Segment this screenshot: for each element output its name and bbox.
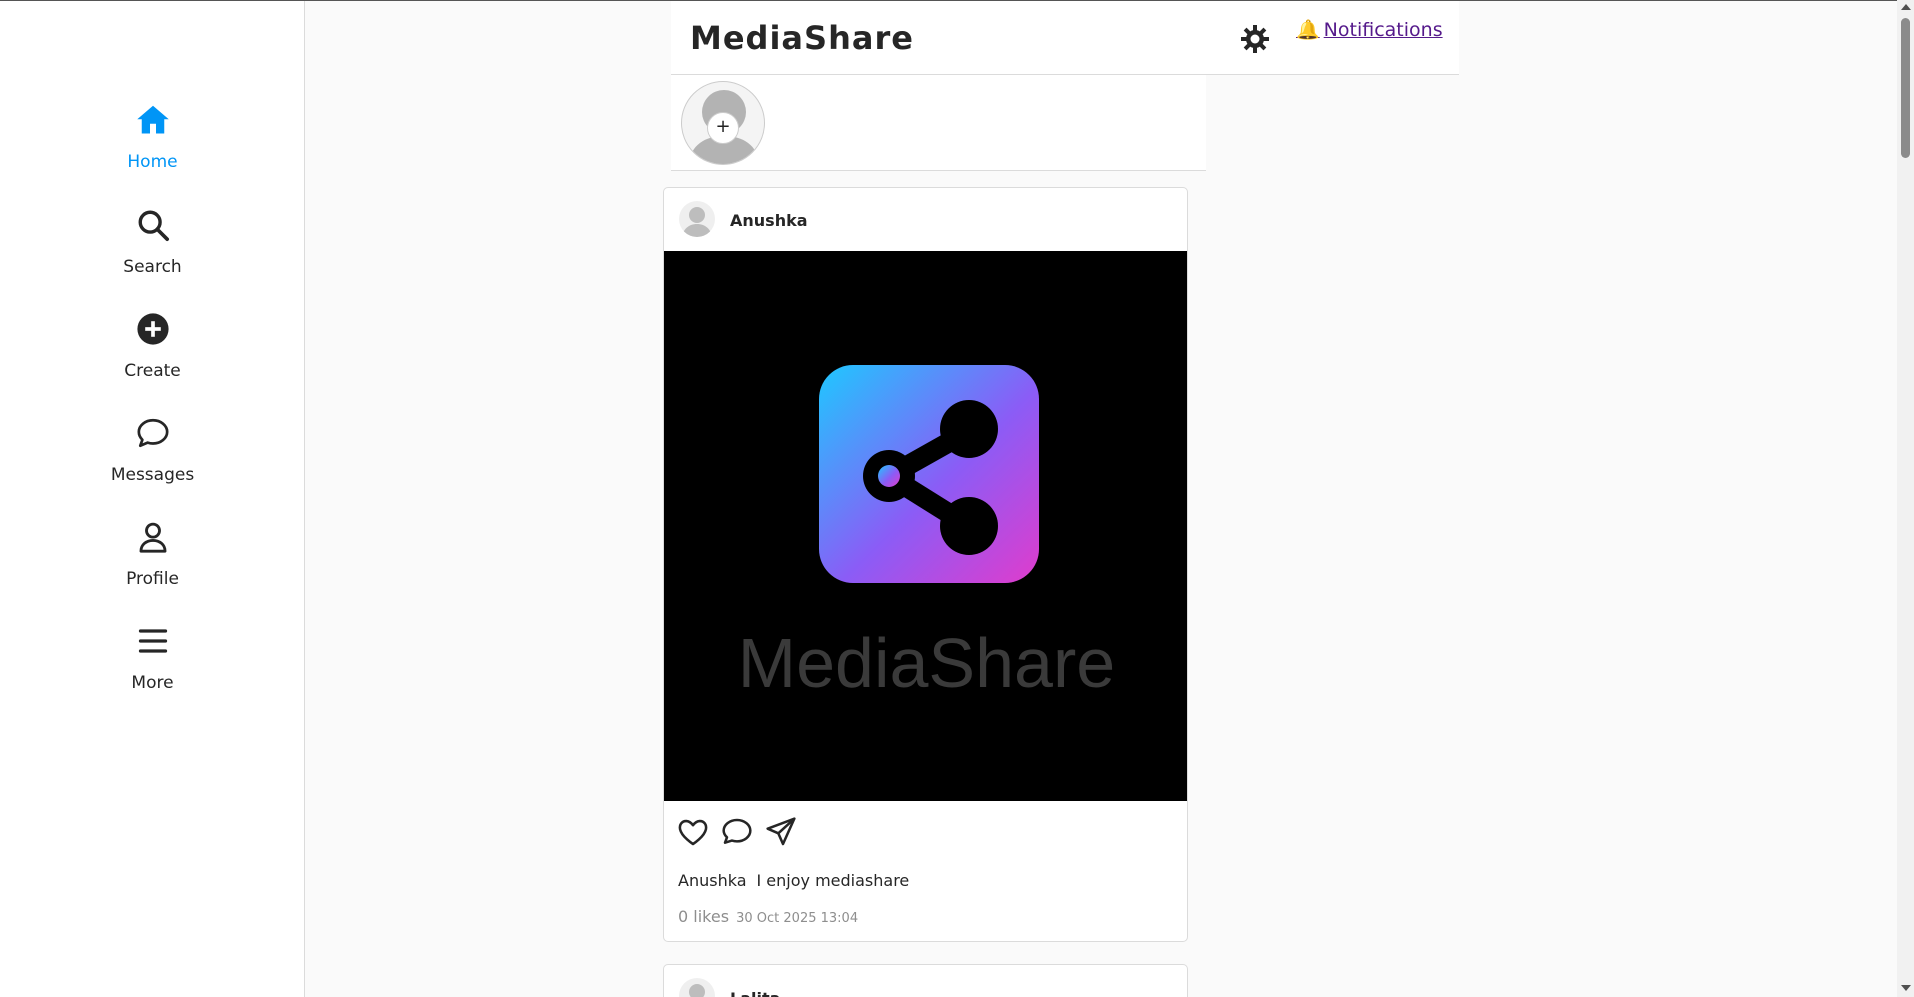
post-timestamp: 30 Oct 2025 13:04	[736, 911, 859, 926]
top-header: MediaShare 🔔 Notifications	[671, 1, 1459, 75]
post-image[interactable]: MediaShare	[664, 251, 1187, 801]
bell-icon: 🔔	[1296, 19, 1320, 41]
sidebar-item-create[interactable]: Create	[0, 309, 305, 399]
sidebar-item-messages[interactable]: Messages	[0, 413, 305, 503]
post-actions	[677, 816, 797, 850]
caption-text: I enjoy mediashare	[756, 871, 910, 890]
sidebar-item-search[interactable]: Search	[0, 205, 305, 295]
search-icon	[133, 205, 173, 245]
avatar[interactable]	[679, 201, 715, 237]
post-meta: 0 likes 30 Oct 2025 13:04	[678, 907, 858, 926]
user-icon	[133, 517, 173, 557]
notifications-link[interactable]: 🔔 Notifications	[1296, 18, 1443, 41]
app-brand: MediaShare	[690, 19, 914, 57]
sidebar: Home Search Create Messages Profile More	[0, 1, 305, 997]
default-avatar-icon	[689, 984, 705, 997]
send-icon[interactable]	[765, 816, 797, 848]
add-story-plus: +	[707, 112, 739, 144]
logo-wordmark: MediaShare	[737, 624, 1116, 702]
heart-icon[interactable]	[677, 816, 709, 848]
add-story-button[interactable]: +	[681, 81, 765, 165]
likes-count: 0 likes	[678, 907, 730, 926]
sidebar-item-label: Messages	[110, 465, 195, 485]
post-card: Lalita	[663, 964, 1188, 997]
post-card: Anushka MediaShare Anushka I enjoy media…	[663, 187, 1188, 942]
sidebar-item-label: Search	[123, 257, 182, 277]
caption-username[interactable]: Anushka	[678, 871, 747, 890]
comment-icon[interactable]	[721, 816, 753, 848]
share-icon	[819, 365, 1039, 583]
chat-bubble-icon	[133, 413, 173, 453]
sidebar-item-label: Home	[127, 152, 178, 172]
hamburger-menu-icon	[133, 621, 173, 661]
scroll-up-arrow-icon[interactable]	[1901, 4, 1911, 10]
post-username[interactable]: Anushka	[730, 211, 808, 230]
sidebar-item-label: More	[131, 673, 174, 693]
sidebar-item-label: Create	[124, 361, 181, 381]
notifications-label: Notifications	[1323, 19, 1443, 41]
plus-circle-icon	[133, 309, 173, 349]
default-avatar-icon	[682, 207, 712, 237]
post-header: Anushka	[664, 188, 1187, 251]
avatar[interactable]	[679, 978, 715, 997]
page-scrollbar[interactable]	[1897, 0, 1914, 997]
scrollbar-thumb[interactable]	[1901, 18, 1910, 158]
post-caption: Anushka I enjoy mediashare	[678, 871, 909, 890]
sidebar-item-home[interactable]: Home	[0, 100, 305, 190]
post-username[interactable]: Lalita	[730, 989, 780, 997]
home-icon	[133, 100, 173, 140]
scroll-down-arrow-icon[interactable]	[1901, 985, 1911, 991]
stories-bar: +	[671, 75, 1206, 171]
sidebar-item-more[interactable]: More	[0, 621, 305, 711]
sidebar-item-label: Profile	[126, 569, 179, 589]
sidebar-item-profile[interactable]: Profile	[0, 517, 305, 607]
sun-gear-icon[interactable]	[1239, 23, 1271, 55]
